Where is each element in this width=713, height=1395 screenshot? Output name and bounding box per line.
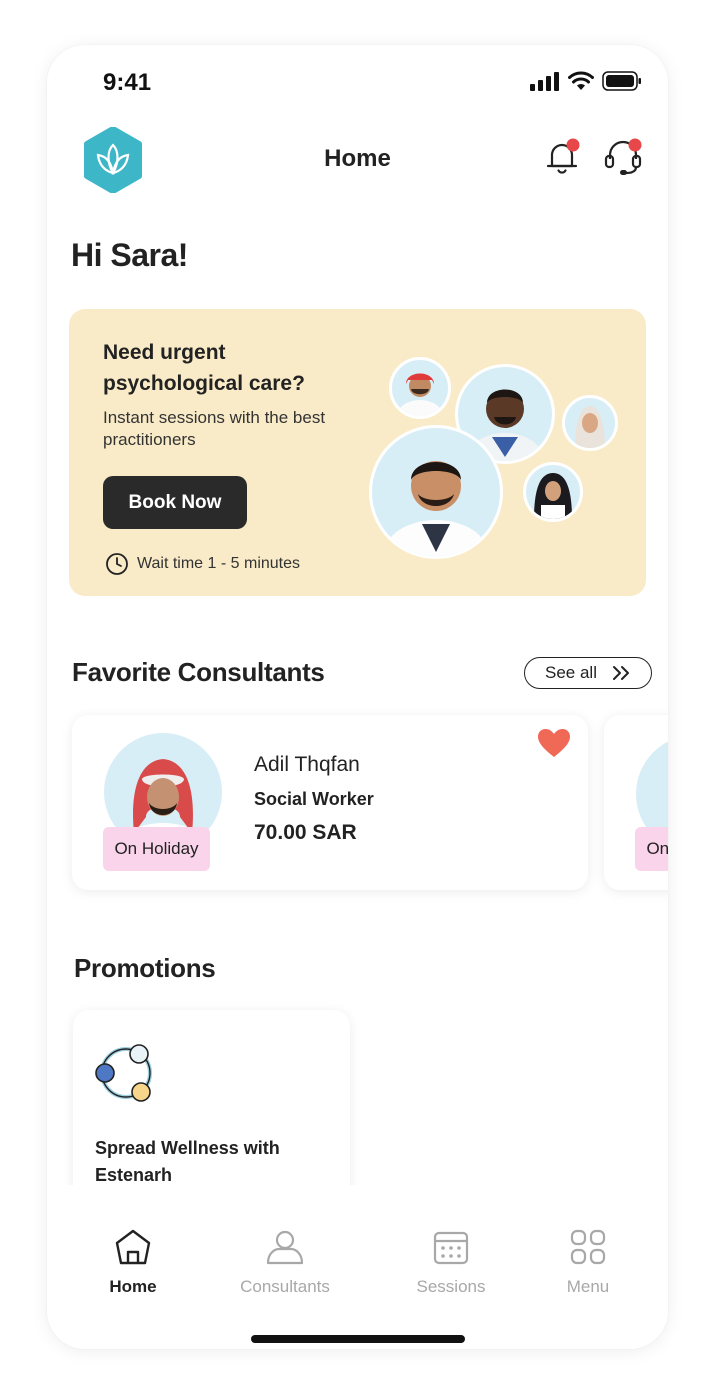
wifi-icon <box>568 71 594 90</box>
signal-icon <box>530 72 559 91</box>
status-icons <box>530 71 642 91</box>
heart-icon <box>538 729 570 757</box>
support-button[interactable] <box>603 137 643 177</box>
nav-home[interactable]: Home <box>73 1227 193 1297</box>
calendar-icon <box>433 1231 469 1265</box>
urgent-care-title: Need urgent psychological care? <box>103 341 305 395</box>
consultant-card[interactable]: On Holiday <box>604 715 668 890</box>
nav-sessions-label: Sessions <box>416 1277 486 1296</box>
status-badge: On Holiday <box>103 827 210 871</box>
battery-icon <box>602 71 641 91</box>
promotions-title: Promotions <box>74 953 216 983</box>
promotion-title: Spread Wellness with Estenarh <box>95 1138 280 1185</box>
status-badge: On Holiday <box>635 827 668 871</box>
headset-icon <box>604 138 642 175</box>
double-chevron-right-icon <box>612 666 629 680</box>
wellness-circles-icon <box>95 1044 152 1102</box>
urgent-care-card: Need urgent psychological care? Instant … <box>69 309 646 596</box>
consultant-name: Adil Thqfan <box>254 753 360 776</box>
nav-consultants[interactable]: Consultants <box>225 1227 345 1297</box>
greeting-text: Hi Sara! <box>71 237 188 273</box>
home-indicator[interactable] <box>251 1335 465 1343</box>
bottom-nav: Home Consultants Sessions Menu <box>47 1185 668 1349</box>
promotion-card[interactable]: Spread Wellness with Estenarh <box>73 1010 350 1210</box>
practitioner-avatar <box>389 357 451 419</box>
consultant-price: 70.00 SAR <box>254 821 357 844</box>
nav-menu-label: Menu <box>566 1277 610 1296</box>
phone-screen: 9:41 Home Hi Sara! Need urgent psycholog… <box>47 45 668 1349</box>
clock-icon <box>106 553 128 575</box>
see-all-button[interactable]: See all <box>524 657 652 689</box>
person-icon <box>266 1230 304 1265</box>
see-all-label: See all <box>545 663 597 682</box>
favorite-toggle[interactable] <box>536 727 572 759</box>
wait-time-text: Wait time 1 - 5 minutes <box>137 555 301 572</box>
nav-home-label: Home <box>109 1277 157 1296</box>
consultant-role: Social Worker <box>254 789 374 809</box>
book-now-button[interactable]: Book Now <box>103 476 247 529</box>
favorites-title: Favorite Consultants <box>72 657 325 687</box>
status-time: 9:41 <box>103 69 152 96</box>
nav-menu[interactable]: Menu <box>528 1227 648 1297</box>
practitioner-avatar <box>523 462 583 522</box>
wait-time: Wait time 1 - 5 minutes <box>105 552 300 576</box>
notifications-button[interactable] <box>542 137 582 177</box>
grid-icon <box>570 1229 606 1265</box>
practitioner-avatar <box>562 395 618 451</box>
home-icon <box>115 1229 151 1265</box>
nav-sessions[interactable]: Sessions <box>391 1227 511 1297</box>
practitioner-avatar <box>369 425 503 559</box>
nav-consultants-label: Consultants <box>240 1277 330 1296</box>
bell-icon <box>546 138 580 174</box>
consultant-card[interactable]: On Holiday Adil Thqfan Social Worker 70.… <box>72 715 588 890</box>
urgent-care-subtitle: Instant sessions with the best practitio… <box>103 408 326 449</box>
